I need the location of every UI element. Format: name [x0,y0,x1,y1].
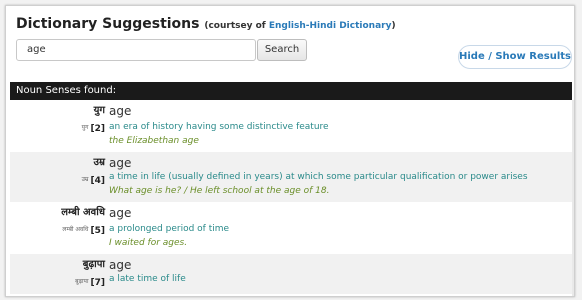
english-word: age [109,258,132,272]
search-button[interactable]: Search [257,39,307,61]
sense-head: उम्र उम्र [4] [82,154,105,187]
results-scrollbar[interactable] [572,100,574,296]
definition: a prolonged period of time [109,224,230,234]
search-input[interactable]: age [16,39,256,61]
example: the Elizabethan age [109,136,199,146]
hide-show-results-button[interactable]: Hide / Show Results [458,45,572,69]
hindi-word: उम्र [93,157,105,168]
dictionary-panel: Dictionary Suggestions (courtsey of Engl… [5,5,575,297]
list-item: उम्र उम्र [4] age a time in life (usually… [10,152,572,202]
english-word: age [109,206,132,220]
definition: an era of history having some distinctiv… [109,122,329,132]
sense-head: युग युग [2] [82,102,105,135]
transliteration: उम्र [81,175,89,183]
transliteration: लम्बी अवधि [62,225,89,233]
definition: a late time of life [109,274,186,284]
sense-number: [5] [90,226,106,236]
sense-number: [4] [90,176,106,186]
example: I waited for ages. [109,238,188,248]
list-item: बुढ़ापा बुढ़ापा [7] age a late time of li… [10,254,572,294]
dictionary-source-link[interactable]: English-Hindi Dictionary [269,21,392,31]
hindi-word: बुढ़ापा [82,259,105,270]
english-word: age [109,156,132,170]
sense-head: बुढ़ापा बुढ़ापा [7] [75,256,105,289]
results-list: युग युग [2] age an era of history having … [10,100,572,294]
list-item: लम्बी अवधि लम्बी अवधि [5] age a prolonged… [10,202,572,254]
sense-number: [7] [90,278,106,288]
definition: a time in life (usually defined in years… [109,172,528,182]
english-word: age [109,104,132,118]
panel-title: Dictionary Suggestions (courtsey of Engl… [16,16,396,32]
sense-head: लम्बी अवधि लम्बी अवधि [5] [61,204,105,237]
example: What age is he? / He left school at the … [109,186,330,196]
transliteration: युग [81,123,89,131]
list-item: युग युग [2] age an era of history having … [10,100,572,152]
title-text: Dictionary Suggestions [16,16,200,32]
courtesy-note: (courtsey of English-Hindi Dictionary) [204,21,396,31]
noun-senses-header: Noun Senses found: [10,82,572,100]
sense-number: [2] [90,124,106,134]
hindi-word: युग [93,105,105,116]
transliteration: बुढ़ापा [75,277,89,285]
hindi-word: लम्बी अवधि [61,207,105,218]
